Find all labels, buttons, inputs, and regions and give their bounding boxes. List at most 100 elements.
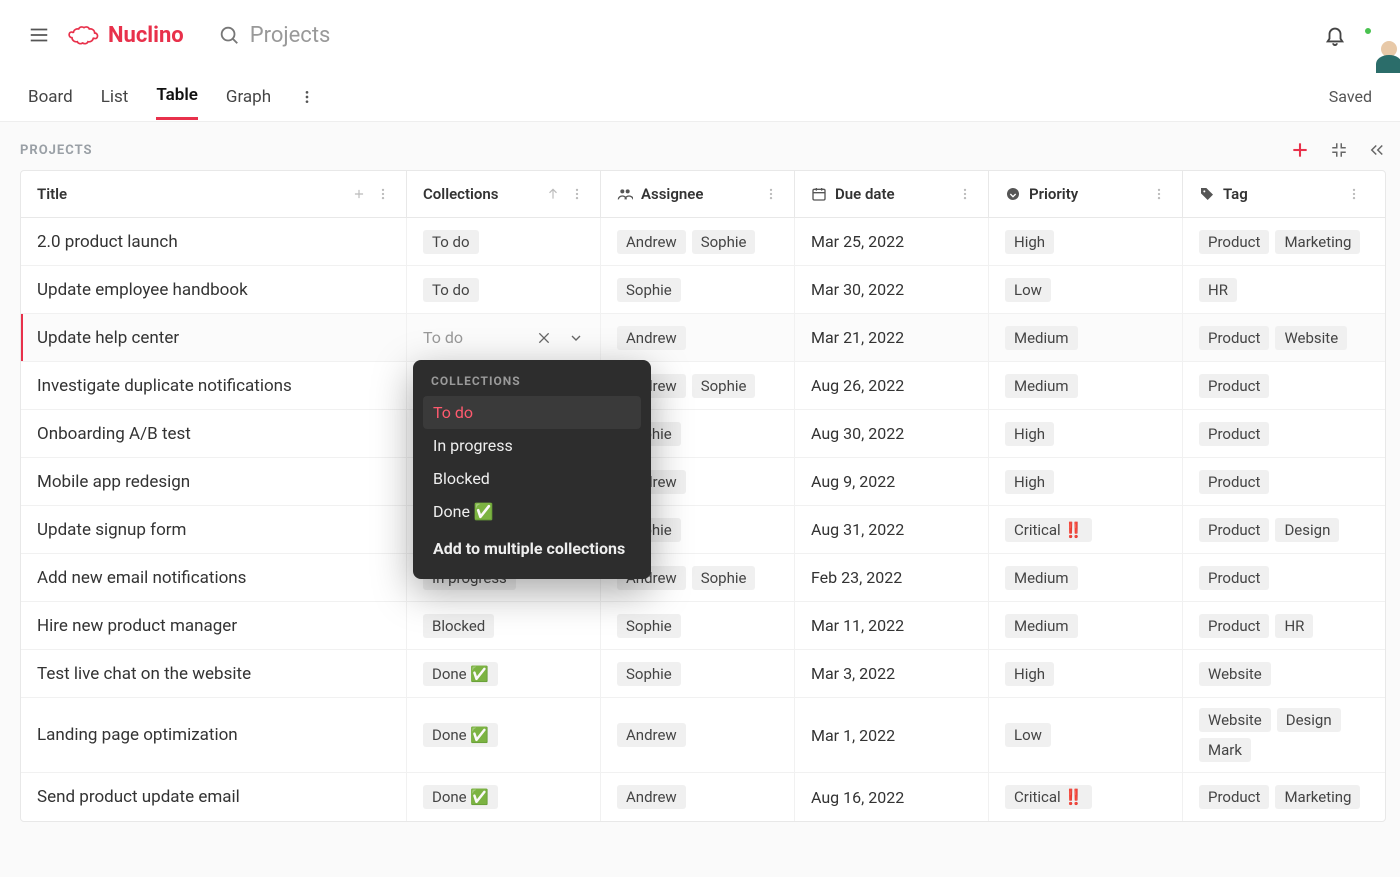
cell-due[interactable]: Aug 31, 2022 — [795, 506, 989, 553]
table-row[interactable]: Add new email notificationsIn progressAn… — [21, 554, 1385, 602]
cell-tag[interactable]: Product — [1183, 554, 1377, 601]
cell-due[interactable]: Aug 30, 2022 — [795, 410, 989, 457]
notifications-button[interactable] — [1324, 24, 1346, 46]
cell-assignee[interactable]: Sophie — [601, 650, 795, 697]
cell-tag[interactable]: WebsiteDesignMark — [1183, 698, 1377, 772]
cell-tag[interactable]: Website — [1183, 650, 1377, 697]
cell-collections[interactable]: To do — [407, 218, 601, 265]
dropdown-item[interactable]: In progress — [423, 429, 641, 462]
cell-title[interactable]: Onboarding A/B test — [21, 410, 407, 457]
column-menu-icon[interactable] — [1347, 187, 1361, 201]
cell-due[interactable]: Mar 21, 2022 — [795, 314, 989, 361]
clear-icon[interactable] — [536, 330, 552, 346]
cell-assignee[interactable]: Sophie — [601, 266, 795, 313]
cell-title[interactable]: Mobile app redesign — [21, 458, 407, 505]
cell-title[interactable]: Send product update email — [21, 773, 407, 821]
cell-title[interactable]: Update help center — [21, 314, 407, 361]
cell-tag[interactable]: Product — [1183, 410, 1377, 457]
add-row-button[interactable] — [1290, 140, 1310, 160]
compact-view-button[interactable] — [1330, 141, 1348, 159]
table-row[interactable]: Update employee handbookTo doSophieMar 3… — [21, 266, 1385, 314]
tab-table[interactable]: Table — [156, 85, 198, 120]
column-menu-icon[interactable] — [764, 187, 778, 201]
cell-assignee[interactable]: Andrew — [601, 773, 795, 821]
cell-title[interactable]: Landing page optimization — [21, 698, 407, 772]
column-menu-icon[interactable] — [958, 187, 972, 201]
cell-tag[interactable]: ProductDesign — [1183, 506, 1377, 553]
cell-due[interactable]: Aug 26, 2022 — [795, 362, 989, 409]
cell-due[interactable]: Aug 16, 2022 — [795, 773, 989, 821]
cell-title[interactable]: Update signup form — [21, 506, 407, 553]
table-row[interactable]: Update help centerTo doAndrewMar 21, 202… — [21, 314, 1385, 362]
cell-title[interactable]: Add new email notifications — [21, 554, 407, 601]
views-more-icon[interactable] — [299, 89, 315, 105]
col-priority[interactable]: Priority — [989, 171, 1183, 217]
cell-priority[interactable]: Medium — [989, 602, 1183, 649]
cell-priority[interactable]: Critical ‼️ — [989, 506, 1183, 553]
cell-collections[interactable]: Done ✅ — [407, 773, 601, 821]
cell-priority[interactable]: Critical ‼️ — [989, 773, 1183, 821]
cell-due[interactable]: Feb 23, 2022 — [795, 554, 989, 601]
dropdown-item[interactable]: Done ✅ — [423, 495, 641, 528]
chevron-down-icon[interactable] — [568, 330, 584, 346]
column-menu-icon[interactable] — [376, 187, 390, 201]
table-row[interactable]: Mobile app redesignTo doAndrewAug 9, 202… — [21, 458, 1385, 506]
cell-title[interactable]: Test live chat on the website — [21, 650, 407, 697]
search[interactable]: Projects — [218, 23, 1306, 48]
cell-priority[interactable]: Low — [989, 698, 1183, 772]
cell-assignee[interactable]: Andrew — [601, 698, 795, 772]
cell-assignee[interactable]: Andrew — [601, 314, 795, 361]
cell-tag[interactable]: HR — [1183, 266, 1377, 313]
collections-dropdown[interactable]: COLLECTIONS To doIn progressBlockedDone … — [413, 360, 651, 579]
table-row[interactable]: Test live chat on the websiteDone ✅Sophi… — [21, 650, 1385, 698]
menu-icon[interactable] — [28, 24, 50, 46]
cell-due[interactable]: Mar 3, 2022 — [795, 650, 989, 697]
collapse-panel-button[interactable] — [1368, 141, 1386, 159]
cell-collections[interactable]: Done ✅ — [407, 698, 601, 772]
cell-assignee[interactable]: Sophie — [601, 602, 795, 649]
cell-due[interactable]: Aug 9, 2022 — [795, 458, 989, 505]
col-due[interactable]: Due date — [795, 171, 989, 217]
table-row[interactable]: 2.0 product launchTo doAndrewSophieMar 2… — [21, 218, 1385, 266]
dropdown-add-multiple[interactable]: Add to multiple collections — [423, 532, 641, 565]
cell-collections[interactable]: Done ✅ — [407, 650, 601, 697]
tab-board[interactable]: Board — [28, 87, 73, 119]
cell-title[interactable]: Hire new product manager — [21, 602, 407, 649]
cell-priority[interactable]: High — [989, 218, 1183, 265]
column-menu-icon[interactable] — [570, 187, 584, 201]
cell-due[interactable]: Mar 11, 2022 — [795, 602, 989, 649]
cell-priority[interactable]: Low — [989, 266, 1183, 313]
cell-tag[interactable]: ProductHR — [1183, 602, 1377, 649]
cell-collections[interactable]: Blocked — [407, 602, 601, 649]
add-column-icon[interactable] — [352, 187, 366, 201]
table-row[interactable]: Hire new product managerBlockedSophieMar… — [21, 602, 1385, 650]
cell-assignee[interactable]: AndrewSophie — [601, 218, 795, 265]
cell-priority[interactable]: High — [989, 410, 1183, 457]
cell-priority[interactable]: Medium — [989, 314, 1183, 361]
cell-collections[interactable]: To do — [407, 314, 601, 361]
table-row[interactable]: Update signup formTo doSophieAug 31, 202… — [21, 506, 1385, 554]
column-menu-icon[interactable] — [1152, 187, 1166, 201]
cell-priority[interactable]: Medium — [989, 362, 1183, 409]
table-row[interactable]: Send product update emailDone ✅AndrewAug… — [21, 773, 1385, 821]
brand-logo[interactable]: Nuclino — [68, 23, 184, 48]
cell-due[interactable]: Mar 1, 2022 — [795, 698, 989, 772]
cell-tag[interactable]: Product — [1183, 458, 1377, 505]
cell-priority[interactable]: High — [989, 458, 1183, 505]
dropdown-item[interactable]: Blocked — [423, 462, 641, 495]
cell-priority[interactable]: Medium — [989, 554, 1183, 601]
cell-due[interactable]: Mar 25, 2022 — [795, 218, 989, 265]
cell-due[interactable]: Mar 30, 2022 — [795, 266, 989, 313]
col-title[interactable]: Title — [21, 171, 407, 217]
dropdown-item[interactable]: To do — [423, 396, 641, 429]
table-row[interactable]: Investigate duplicate notificationsTo do… — [21, 362, 1385, 410]
cell-tag[interactable]: ProductMarketing — [1183, 773, 1377, 821]
col-tag[interactable]: Tag — [1183, 171, 1377, 217]
cell-priority[interactable]: High — [989, 650, 1183, 697]
cell-title[interactable]: Update employee handbook — [21, 266, 407, 313]
tab-graph[interactable]: Graph — [226, 87, 271, 119]
cell-tag[interactable]: ProductWebsite — [1183, 314, 1377, 361]
table-row[interactable]: Onboarding A/B testTo doSophieAug 30, 20… — [21, 410, 1385, 458]
table-row[interactable]: Landing page optimizationDone ✅AndrewMar… — [21, 698, 1385, 773]
col-assignee[interactable]: Assignee — [601, 171, 795, 217]
